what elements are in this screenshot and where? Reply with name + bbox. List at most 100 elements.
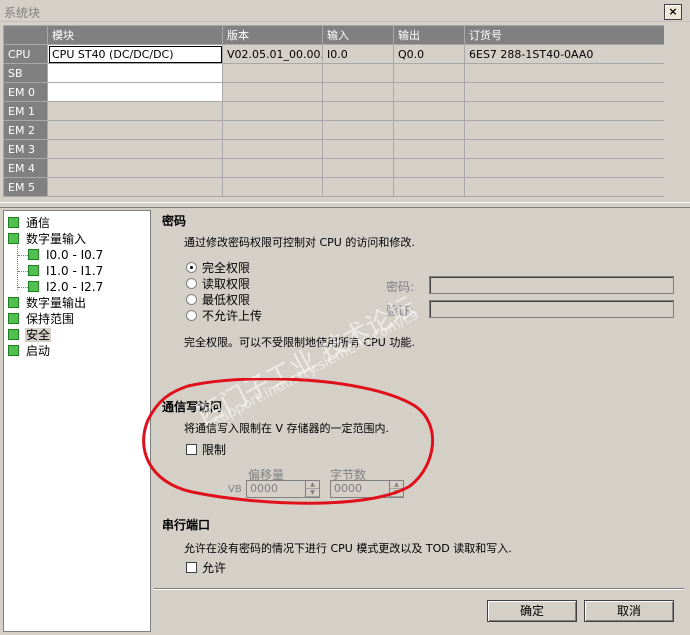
module-cell[interactable] — [47, 158, 223, 178]
window-title: 系统块 — [4, 6, 41, 20]
password-section-title: 密码 — [162, 214, 187, 228]
output-cell — [393, 82, 465, 102]
restrict-checkbox[interactable]: 限制 — [186, 442, 226, 458]
grid-right-gap — [664, 25, 690, 197]
row-name: EM 3 — [3, 139, 48, 159]
tree-item-i0[interactable]: I0.0 - I0.7 — [28, 247, 104, 263]
row-name: CPU — [3, 44, 48, 64]
row-name: EM 1 — [3, 101, 48, 121]
grid-row-sb[interactable]: SB — [3, 63, 665, 83]
module-cell[interactable]: CPU ST40 (DC/DC/DC) — [47, 44, 223, 64]
output-cell — [393, 139, 465, 159]
cancel-button[interactable]: 取消 — [584, 600, 674, 622]
radio-icon — [186, 294, 197, 305]
node-icon — [8, 345, 19, 356]
grid-header-row: 模块 版本 输入 输出 订货号 — [3, 25, 665, 45]
tree-item-retentive[interactable]: 保持范围 — [8, 311, 75, 327]
radio-read-access[interactable]: 读取权限 — [186, 276, 250, 292]
module-cell[interactable] — [47, 63, 223, 83]
checkbox-icon — [186, 444, 197, 455]
grid-row-cpu[interactable]: CPU CPU ST40 (DC/DC/DC) V02.05.01_00.00.… — [3, 44, 665, 64]
tree-item-i2[interactable]: I2.0 - I2.7 — [28, 279, 104, 295]
order-cell: 6ES7 288-1ST40-0AA0 — [464, 44, 665, 64]
input-cell — [322, 101, 394, 121]
bytes-value: 0000 — [334, 482, 362, 495]
grid-row-em2[interactable]: EM 2 — [3, 120, 665, 140]
version-cell — [222, 158, 323, 178]
order-cell — [464, 82, 665, 102]
node-icon — [8, 217, 19, 228]
tree-item-security[interactable]: 安全 — [8, 327, 52, 343]
password-label: 密码: — [386, 280, 415, 294]
grid-header-order[interactable]: 订货号 — [464, 25, 665, 45]
offset-stepper[interactable]: 0000 ▲ ▼ — [246, 480, 320, 498]
tree-item-digital-input[interactable]: 数字量输入 — [8, 231, 87, 247]
node-icon — [8, 233, 19, 244]
module-cell[interactable] — [47, 82, 223, 102]
grid-row-em1[interactable]: EM 1 — [3, 101, 665, 121]
radio-icon — [186, 278, 197, 289]
output-cell: Q0.0 — [393, 44, 465, 64]
module-grid: 模块 版本 输入 输出 订货号 CPU CPU ST40 (DC/DC/DC) … — [3, 25, 665, 197]
offset-value: 0000 — [250, 482, 278, 495]
checkbox-icon — [186, 562, 197, 573]
tree-item-communication[interactable]: 通信 — [8, 215, 51, 231]
title-bar: 系统块 × — [0, 0, 690, 22]
serial-section-title: 串行端口 — [162, 518, 211, 532]
security-panel: 密码 通过修改密码权限可控制对 CPU 的访问和修改. 完全权限 读取权限 最低… — [154, 210, 684, 632]
grid-header-output[interactable]: 输出 — [393, 25, 465, 45]
bytes-stepper[interactable]: 0000 ▲ ▼ — [330, 480, 404, 498]
button-divider — [154, 588, 684, 590]
grid-header-input[interactable]: 输入 — [322, 25, 394, 45]
row-name: EM 4 — [3, 158, 48, 178]
version-cell — [222, 139, 323, 159]
grid-header-module[interactable]: 模块 — [47, 25, 223, 45]
node-icon — [8, 329, 19, 340]
grid-row-em0[interactable]: EM 0 — [3, 82, 665, 102]
password-input[interactable] — [429, 276, 674, 294]
module-cell[interactable] — [47, 139, 223, 159]
radio-no-upload[interactable]: 不允许上传 — [186, 308, 262, 324]
radio-minimum-access[interactable]: 最低权限 — [186, 292, 250, 308]
output-cell — [393, 177, 465, 197]
ok-button[interactable]: 确定 — [487, 600, 577, 622]
output-cell — [393, 63, 465, 83]
vb-label: VB — [228, 484, 242, 495]
input-cell — [322, 177, 394, 197]
row-name: SB — [3, 63, 48, 83]
pane-splitter[interactable] — [0, 202, 690, 208]
input-cell — [322, 158, 394, 178]
output-cell — [393, 101, 465, 121]
stepper-arrows-icon[interactable]: ▲ ▼ — [389, 481, 403, 497]
node-icon — [28, 265, 39, 276]
tree-item-i1[interactable]: I1.0 - I1.7 — [28, 263, 104, 279]
close-button[interactable]: × — [664, 4, 682, 20]
version-cell — [222, 63, 323, 83]
module-cell[interactable] — [47, 101, 223, 121]
input-cell — [322, 120, 394, 140]
row-name: EM 5 — [3, 177, 48, 197]
order-cell — [464, 177, 665, 197]
tree-connector — [18, 287, 28, 288]
module-cell[interactable] — [47, 120, 223, 140]
radio-icon — [186, 310, 197, 321]
module-cell[interactable] — [47, 177, 223, 197]
input-cell: I0.0 — [322, 44, 394, 64]
version-cell — [222, 120, 323, 140]
verify-input[interactable] — [429, 300, 674, 318]
tree-item-digital-output[interactable]: 数字量输出 — [8, 295, 87, 311]
output-cell — [393, 120, 465, 140]
grid-row-em4[interactable]: EM 4 — [3, 158, 665, 178]
radio-full-access[interactable]: 完全权限 — [186, 260, 250, 276]
grid-header-version[interactable]: 版本 — [222, 25, 323, 45]
input-cell — [322, 139, 394, 159]
allow-checkbox[interactable]: 允许 — [186, 560, 226, 576]
order-cell — [464, 120, 665, 140]
password-description: 通过修改密码权限可控制对 CPU 的访问和修改. — [184, 236, 415, 249]
grid-row-em5[interactable]: EM 5 — [3, 177, 665, 197]
grid-row-em3[interactable]: EM 3 — [3, 139, 665, 159]
radio-selected-icon — [186, 262, 197, 273]
version-cell — [222, 82, 323, 102]
tree-item-startup[interactable]: 启动 — [8, 343, 51, 359]
stepper-arrows-icon[interactable]: ▲ ▼ — [305, 481, 319, 497]
